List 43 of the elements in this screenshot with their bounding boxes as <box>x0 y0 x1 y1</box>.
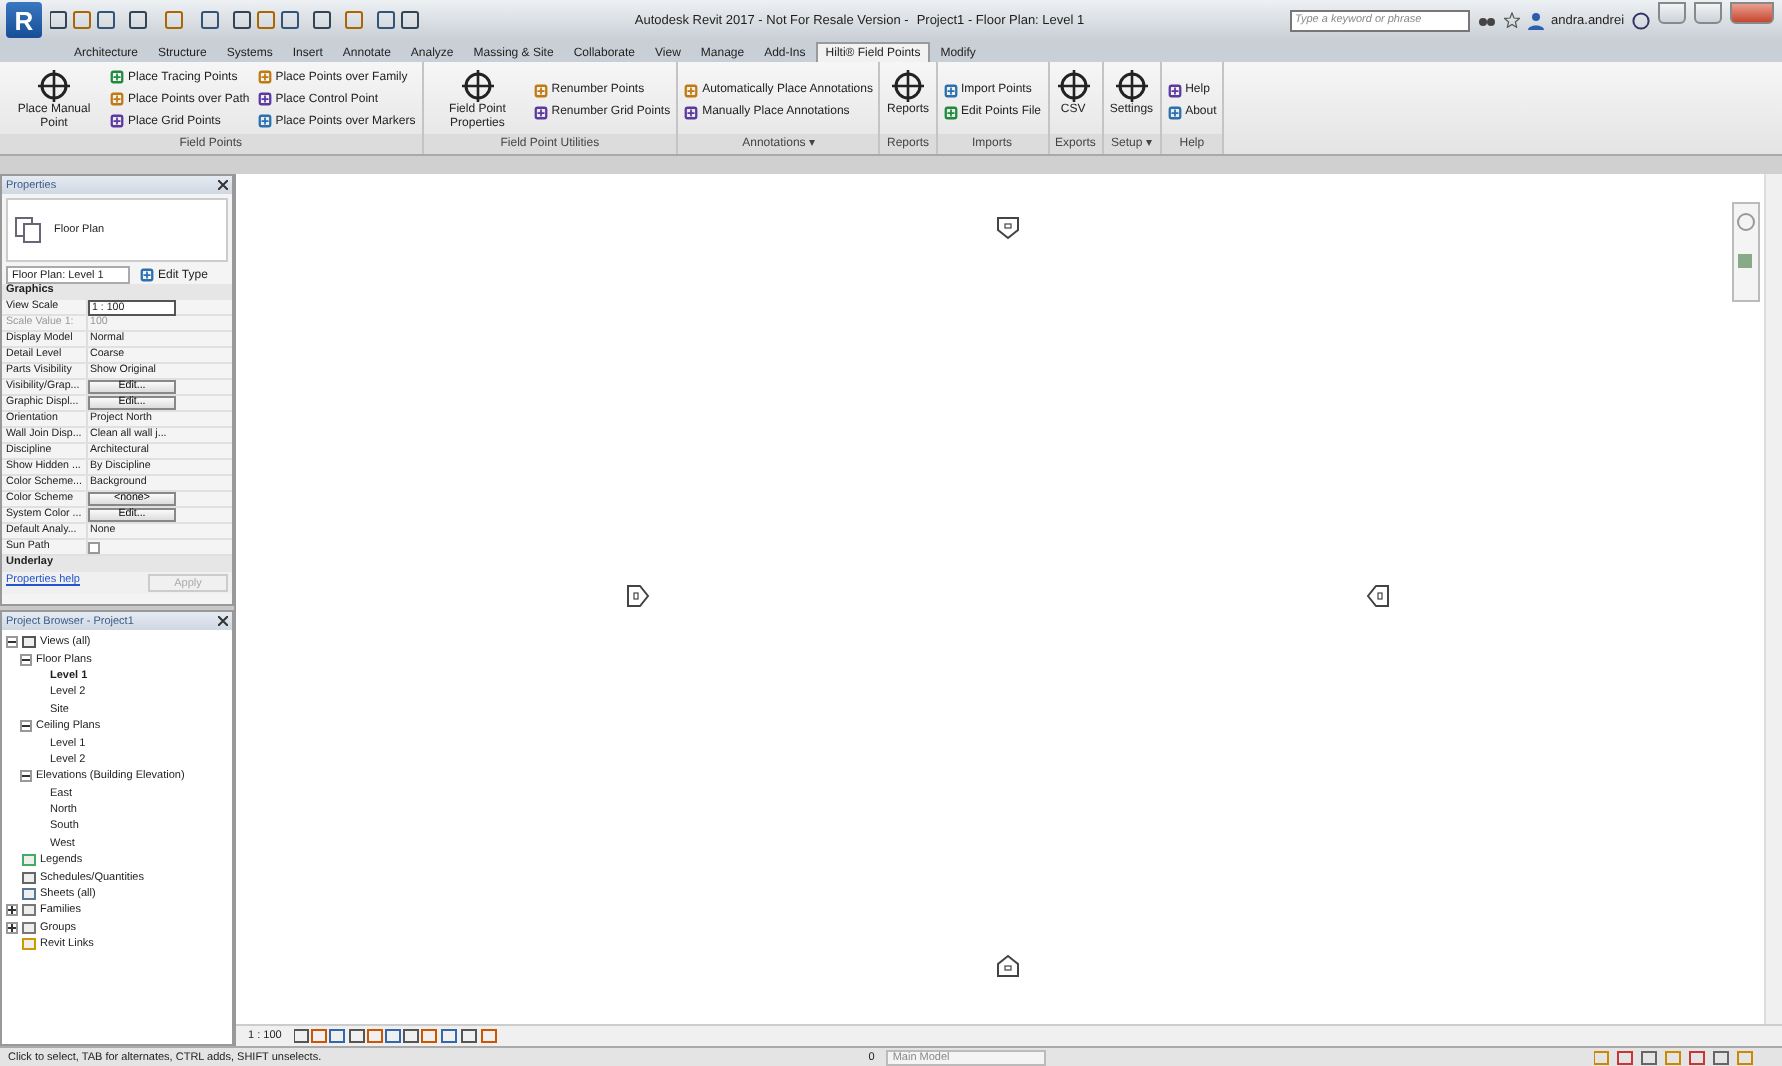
tool-icon <box>1167 105 1182 119</box>
binoculars-icon[interactable] <box>1477 12 1496 28</box>
maximize-button[interactable] <box>1694 2 1723 24</box>
close-icon[interactable] <box>218 616 228 626</box>
crosshair-icon <box>1055 68 1092 104</box>
expand-icon[interactable] <box>6 921 18 934</box>
tool-icon <box>943 105 957 119</box>
tool-icon <box>1167 83 1182 97</box>
floor-plan-icon <box>14 216 42 244</box>
elevation-marker-icon[interactable] <box>626 584 650 608</box>
tool-icon <box>140 268 154 282</box>
expand-icon[interactable] <box>6 904 18 917</box>
vertical-scrollbar[interactable] <box>1764 174 1782 1024</box>
tool-icon <box>257 70 272 84</box>
star-icon[interactable] <box>1503 12 1520 28</box>
folder-icon <box>22 636 36 649</box>
property-checkbox[interactable] <box>88 542 100 554</box>
tool-icon <box>257 92 272 106</box>
elevation-marker-icon[interactable] <box>996 954 1020 978</box>
tool-icon <box>684 105 699 119</box>
tool-icon <box>684 83 699 97</box>
close-button[interactable] <box>1730 2 1775 24</box>
crosshair-icon <box>1113 68 1150 104</box>
application-button[interactable]: R <box>6 2 42 38</box>
collapse-icon[interactable] <box>20 720 32 733</box>
collapse-icon[interactable] <box>6 636 18 649</box>
collapse-icon[interactable] <box>20 770 32 783</box>
crosshair-icon <box>889 68 926 104</box>
tool-icon <box>110 114 124 128</box>
crosshair-icon <box>36 68 72 104</box>
collapse-icon[interactable] <box>20 653 32 666</box>
tool-icon <box>943 83 957 97</box>
user-icon[interactable] <box>1527 11 1544 29</box>
tool-icon <box>110 70 124 84</box>
tool-icon <box>110 92 124 106</box>
tool-icon <box>257 114 272 128</box>
elevation-marker-icon[interactable] <box>996 216 1020 240</box>
crosshair-icon <box>459 68 496 104</box>
tool-icon <box>533 105 548 119</box>
tool-icon <box>533 83 548 97</box>
elevation-marker-icon[interactable] <box>1366 584 1390 608</box>
close-icon[interactable] <box>218 180 228 190</box>
help-icon[interactable] <box>1632 11 1651 29</box>
